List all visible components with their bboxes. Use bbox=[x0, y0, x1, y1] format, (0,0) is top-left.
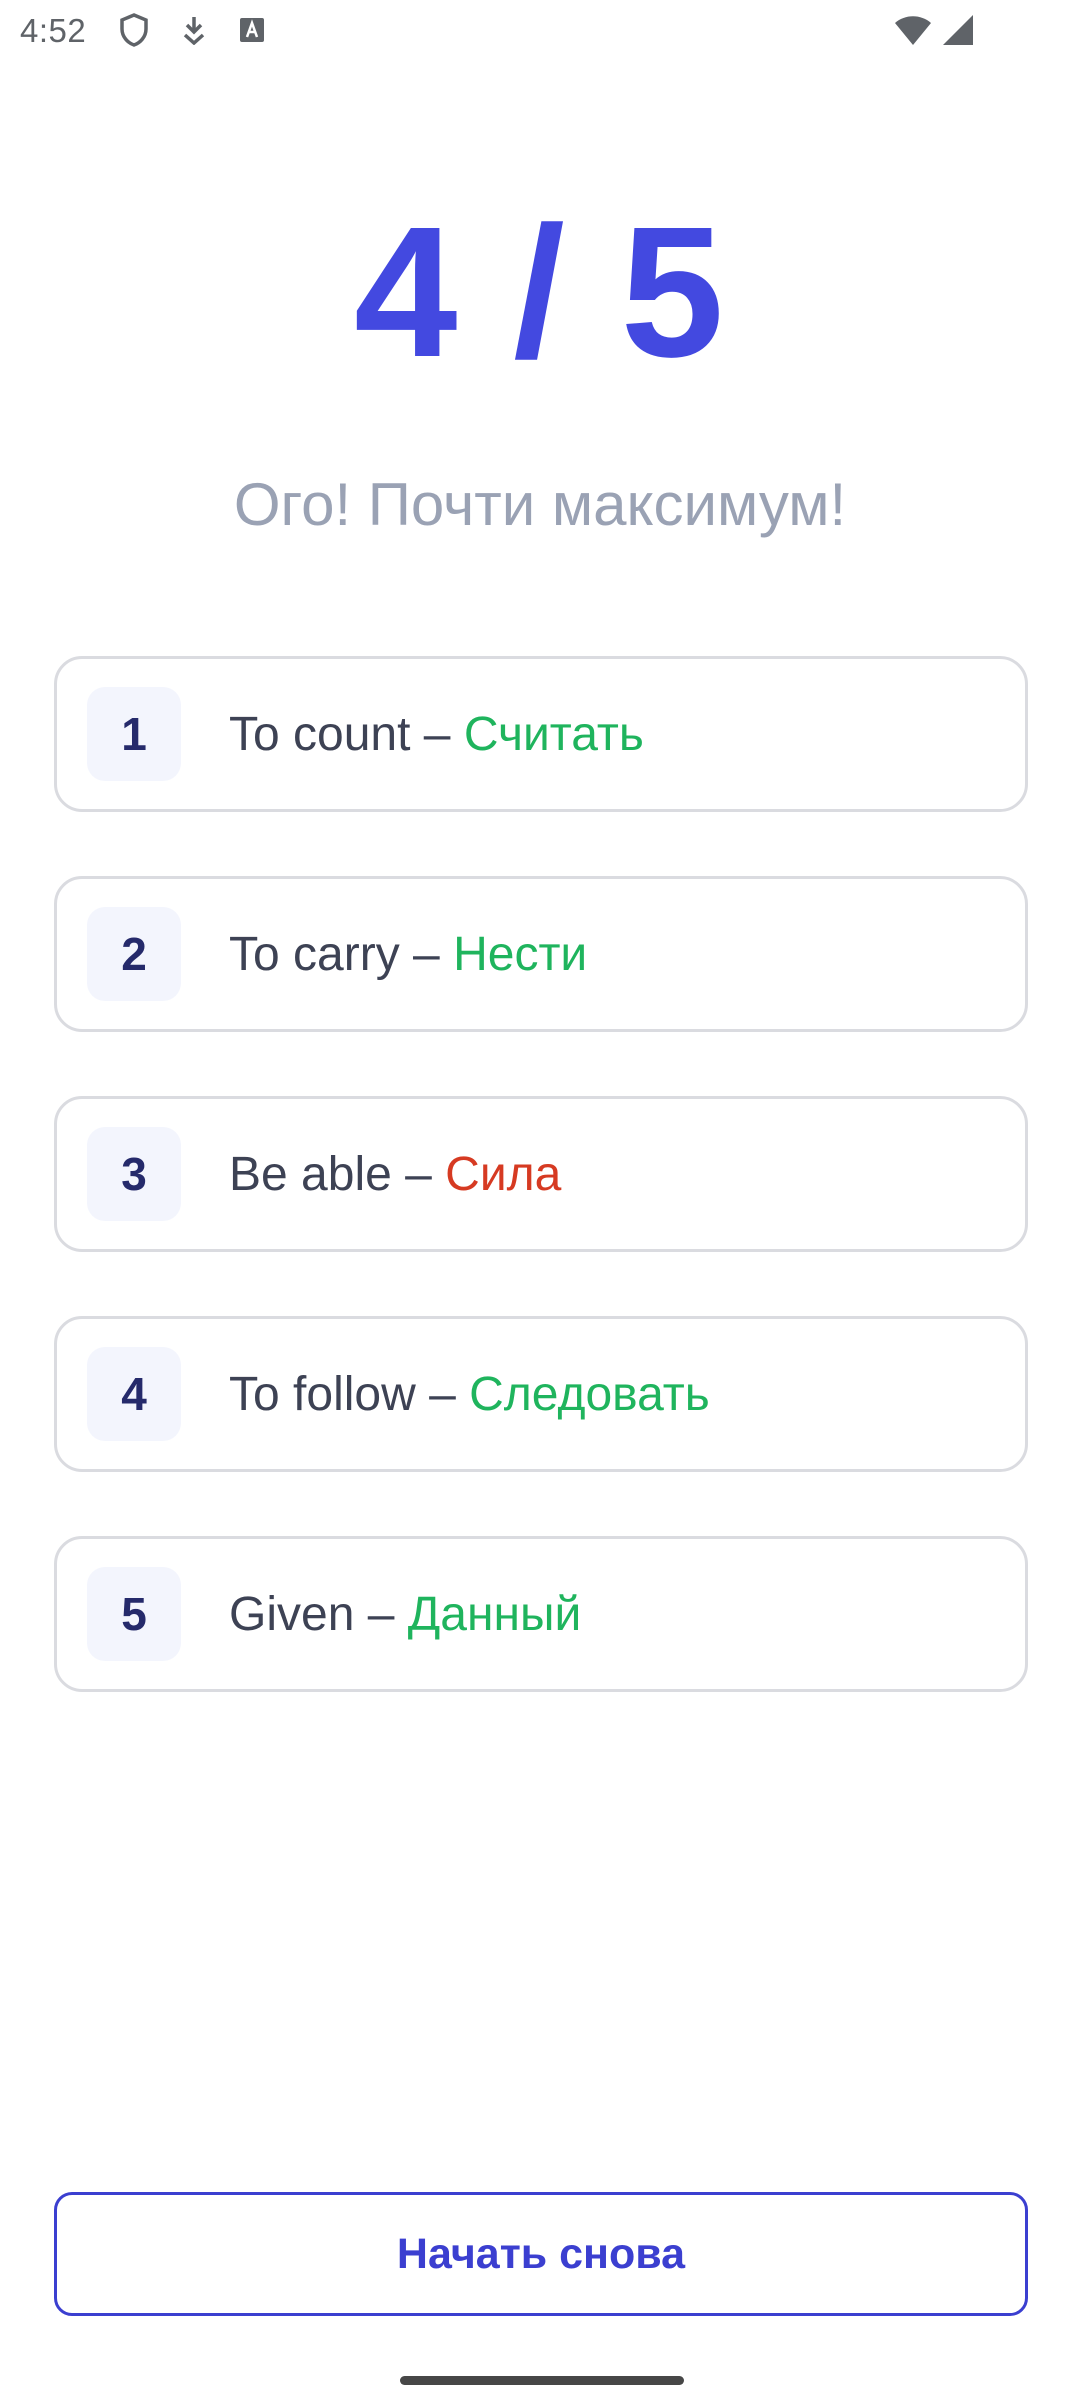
answer-word: To carry bbox=[229, 927, 400, 981]
answer-translation: Данный bbox=[407, 1587, 582, 1641]
wifi-icon bbox=[892, 14, 934, 46]
answer-row-3: 3 Be able – Сила bbox=[54, 1096, 1028, 1252]
answer-row-2: 2 To carry – Нести bbox=[54, 876, 1028, 1032]
shield-icon bbox=[118, 13, 150, 47]
answer-word: Given bbox=[229, 1587, 355, 1641]
answer-number: 5 bbox=[87, 1567, 181, 1661]
home-indicator[interactable] bbox=[400, 2376, 684, 2385]
cell-signal-icon bbox=[940, 14, 976, 46]
answer-translation: Считать bbox=[463, 707, 644, 761]
answer-word: Be able bbox=[229, 1147, 392, 1201]
answer-word: To follow bbox=[229, 1367, 416, 1421]
answer-separator: – bbox=[415, 1367, 470, 1421]
answer-separator: – bbox=[410, 707, 464, 761]
answer-row-1: 1 To count – Считать bbox=[54, 656, 1028, 812]
answer-row-4: 4 To follow – Следовать bbox=[54, 1316, 1028, 1472]
answer-row-5: 5 Given – Данный bbox=[54, 1536, 1028, 1692]
answer-separator: – bbox=[399, 927, 454, 981]
answer-number: 3 bbox=[87, 1127, 181, 1221]
status-time: 4:52 bbox=[20, 12, 87, 49]
answer-number: 2 bbox=[87, 907, 181, 1001]
answer-separator: – bbox=[391, 1147, 446, 1201]
answer-number: 1 bbox=[87, 687, 181, 781]
answer-number: 4 bbox=[87, 1347, 181, 1441]
answer-text: Be able – Сила bbox=[229, 1147, 561, 1202]
answer-text: To follow – Следовать bbox=[229, 1367, 710, 1422]
score-display: 4 / 5 bbox=[354, 189, 726, 396]
answer-text: To count – Считать bbox=[229, 707, 644, 762]
status-bar: 4:52 bbox=[0, 0, 1080, 62]
result-message: Ого! Почти максимум! bbox=[233, 471, 847, 538]
download-icon bbox=[178, 14, 210, 46]
restart-button[interactable]: Начать снова bbox=[54, 2192, 1028, 2316]
answer-translation: Сила bbox=[445, 1147, 562, 1201]
answer-word: To count bbox=[229, 707, 411, 761]
answer-list: 1 To count – Считать 2 To carry – Нести … bbox=[54, 656, 1028, 1756]
answer-translation: Следовать bbox=[469, 1367, 710, 1421]
answer-translation: Нести bbox=[453, 927, 588, 981]
answer-text: To carry – Нести bbox=[229, 927, 587, 982]
answer-text: Given – Данный bbox=[229, 1587, 581, 1642]
keyboard-a-icon bbox=[236, 14, 268, 46]
answer-separator: – bbox=[354, 1587, 408, 1641]
